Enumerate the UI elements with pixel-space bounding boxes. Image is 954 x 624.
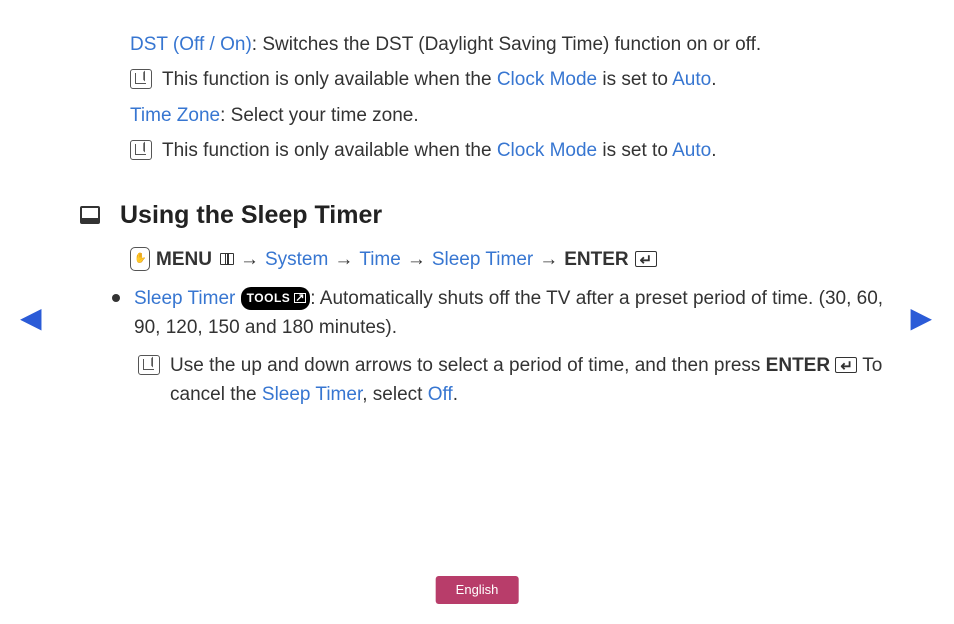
timezone-note: This function is only available when the… bbox=[130, 136, 884, 165]
timezone-label: Time Zone bbox=[130, 105, 220, 126]
enter-icon bbox=[635, 251, 657, 267]
next-page-button[interactable]: ▶ bbox=[910, 296, 932, 339]
language-badge[interactable]: English bbox=[436, 576, 519, 604]
hand-icon bbox=[130, 247, 150, 271]
sleep-timer-link: Sleep Timer bbox=[262, 384, 362, 405]
note-icon bbox=[138, 355, 160, 375]
timezone-line: Time Zone: Select your time zone. bbox=[130, 101, 884, 130]
note-icon bbox=[130, 140, 152, 160]
menu-grid-icon bbox=[220, 253, 234, 265]
path-enter: ENTER bbox=[564, 245, 628, 274]
section-heading: Using the Sleep Timer bbox=[80, 196, 884, 235]
sleep-timer-item: Sleep Timer TOOLS: Automatically shuts o… bbox=[130, 284, 884, 410]
path-system: System bbox=[265, 245, 328, 274]
auto-link: Auto bbox=[672, 140, 711, 161]
dst-line: DST (Off / On): Switches the DST (Daylig… bbox=[130, 30, 884, 59]
timezone-desc: : Select your time zone. bbox=[220, 105, 419, 126]
bullet-icon bbox=[112, 294, 120, 302]
off-link: Off bbox=[428, 384, 453, 405]
auto-link: Auto bbox=[672, 69, 711, 90]
menu-path: MENU → System → Time → Sleep Timer → ENT… bbox=[130, 245, 884, 274]
note-icon bbox=[130, 69, 152, 89]
path-time: Time bbox=[359, 245, 401, 274]
dst-note: This function is only available when the… bbox=[130, 65, 884, 94]
dst-label: DST (Off / On) bbox=[130, 34, 252, 55]
section-icon bbox=[80, 206, 100, 224]
sleep-note: Use the up and down arrows to select a p… bbox=[134, 351, 884, 410]
path-sleep: Sleep Timer bbox=[432, 245, 533, 274]
clock-mode-link: Clock Mode bbox=[497, 69, 597, 90]
popup-icon bbox=[294, 293, 306, 303]
tools-badge: TOOLS bbox=[241, 287, 311, 310]
dst-desc: : Switches the DST (Daylight Saving Time… bbox=[252, 34, 761, 55]
menu-label: MENU bbox=[156, 245, 212, 274]
clock-mode-link: Clock Mode bbox=[497, 140, 597, 161]
section-title: Using the Sleep Timer bbox=[120, 196, 382, 235]
sleep-label: Sleep Timer bbox=[134, 288, 241, 309]
prev-page-button[interactable]: ◀ bbox=[20, 296, 42, 339]
enter-icon bbox=[835, 357, 857, 373]
